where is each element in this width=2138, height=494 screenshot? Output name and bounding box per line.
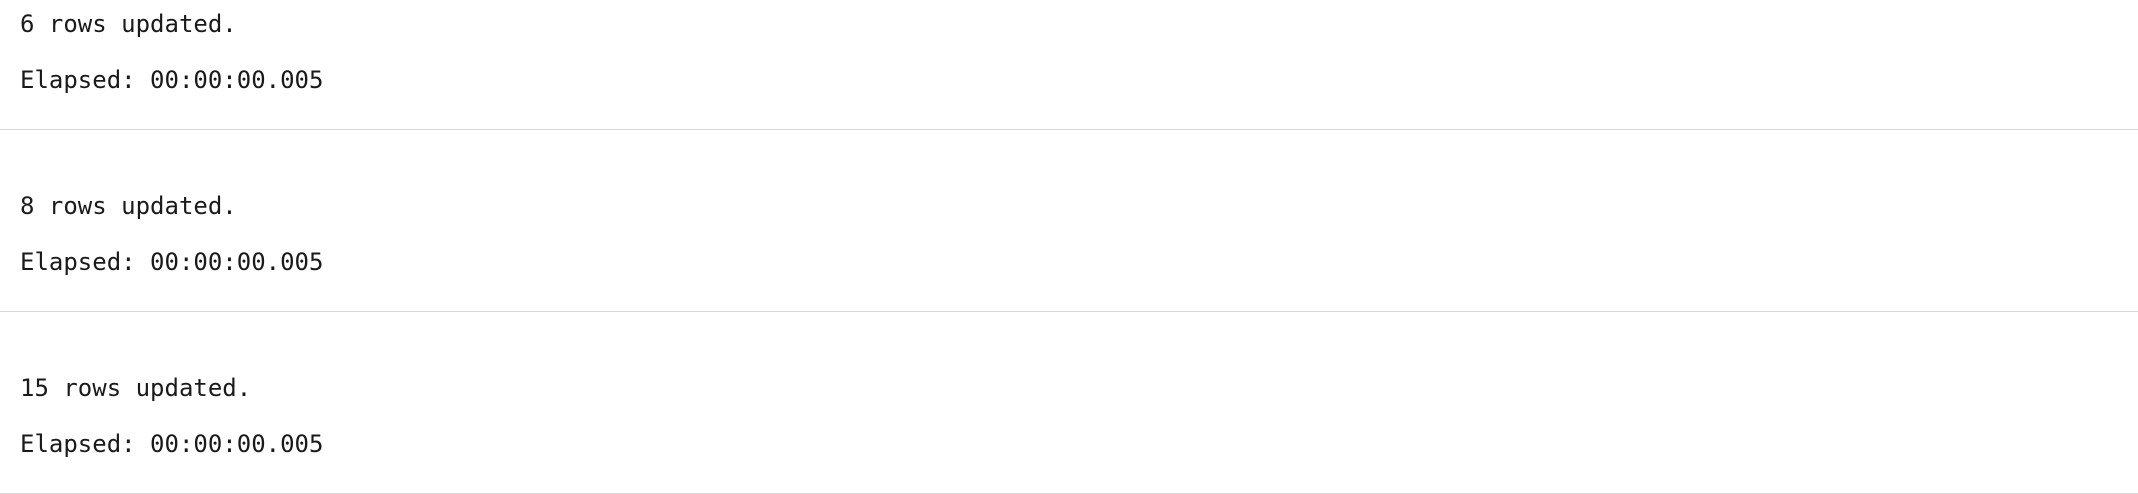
result-block: 8 rows updated. Elapsed: 00:00:00.005	[0, 142, 2138, 312]
result-block: 15 rows updated. Elapsed: 00:00:00.005	[0, 324, 2138, 494]
elapsed-time: Elapsed: 00:00:00.005	[20, 66, 324, 94]
elapsed-time: Elapsed: 00:00:00.005	[20, 430, 324, 458]
rows-updated-message: 8 rows updated.	[20, 192, 237, 220]
rows-updated-message: 6 rows updated.	[20, 10, 237, 38]
elapsed-time: Elapsed: 00:00:00.005	[20, 248, 324, 276]
result-block: 6 rows updated. Elapsed: 00:00:00.005	[0, 0, 2138, 130]
rows-updated-message: 15 rows updated.	[20, 374, 252, 402]
